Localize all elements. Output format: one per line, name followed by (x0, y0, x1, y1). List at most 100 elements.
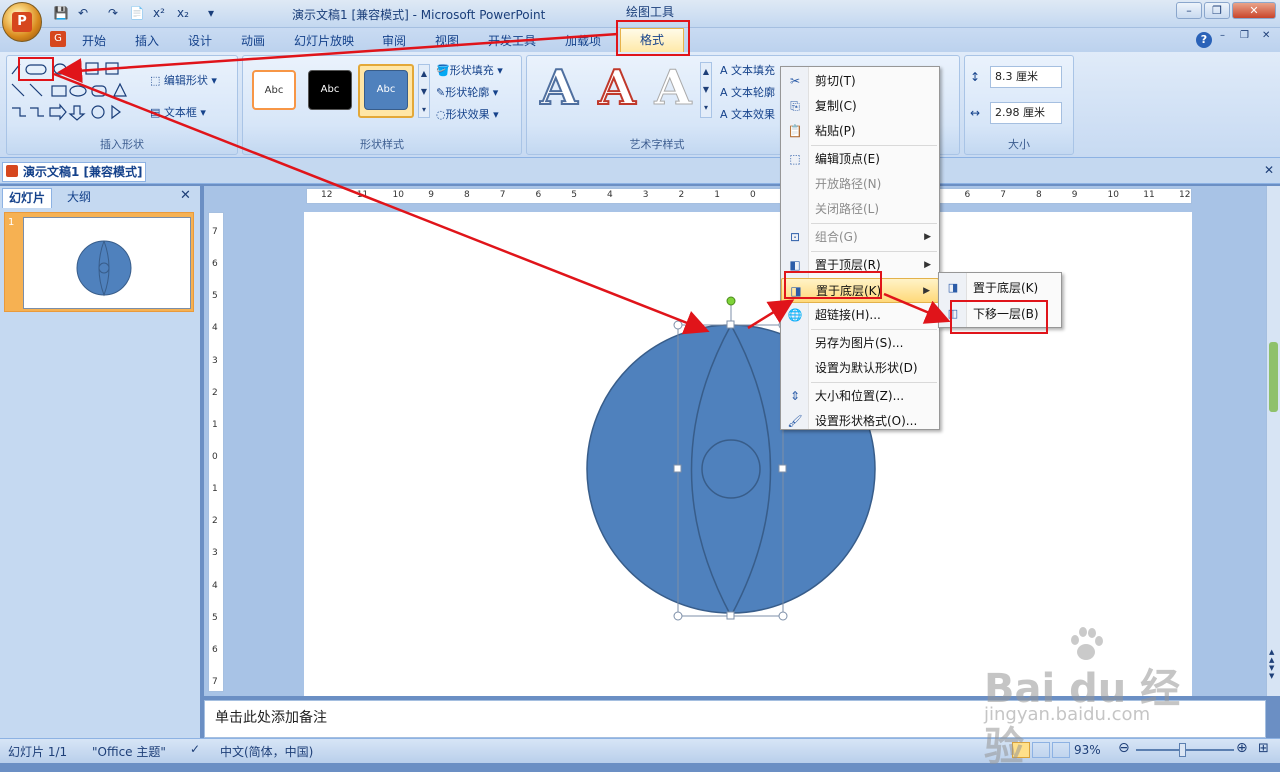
superscript-icon[interactable]: x² (150, 4, 168, 22)
shape-outline-button[interactable]: ✎形状轮廓 ▾ (436, 84, 498, 100)
baidu-watermark: Bai du 经验 jingyan.baidu.com (980, 620, 1220, 770)
zoom-in-icon[interactable]: ⊕ (1236, 740, 1248, 756)
ribbon-close-icon[interactable]: ✕ (1262, 30, 1270, 41)
customize-qat-icon[interactable]: ▾ (202, 4, 220, 22)
ruler-tick-label: 9 (428, 190, 434, 200)
context-menu-item[interactable]: 另存为图片(S)... (781, 331, 939, 356)
tab-developer[interactable]: 开发工具 (488, 32, 536, 49)
menu-separator (811, 382, 937, 383)
style-gallery-scroll[interactable]: ▲ ▼ ▾ (418, 64, 430, 118)
subscript-icon[interactable]: x₂ (174, 4, 192, 22)
ribbon-minimize-icon[interactable]: – (1220, 30, 1225, 41)
context-menu-item[interactable]: ⎘ 复制(C) (781, 94, 939, 119)
tab-review[interactable]: 审阅 (382, 32, 406, 49)
scrollbar-thumb[interactable] (1269, 342, 1278, 412)
context-menu-item-label: 关闭路径(L) (815, 202, 880, 216)
shape-style-orange[interactable]: Abc (252, 70, 296, 110)
addin-icon[interactable]: G (50, 31, 66, 47)
redo-icon[interactable]: ↷ (104, 4, 122, 22)
fit-window-icon[interactable]: ⊞ (1258, 741, 1269, 756)
wordart-gallery-scroll[interactable]: ▲ ▼ ▾ (700, 62, 712, 118)
spellcheck-icon[interactable]: ✓ (190, 742, 200, 756)
edit-points-icon: ⬚ (789, 152, 801, 166)
submenu-arrow-icon: ▶ (923, 286, 930, 296)
document-close-icon[interactable]: ✕ (1264, 163, 1274, 177)
print-preview-icon[interactable]: 📄 (128, 4, 146, 22)
tab-outline[interactable]: 大纲 (54, 188, 104, 208)
shape-fill-label: 形状填充 (449, 64, 494, 77)
minimize-button[interactable]: – (1176, 2, 1202, 19)
context-menu-item[interactable]: 🌐 超链接(H)... (781, 303, 939, 328)
horizontal-ruler: 1211109876543210123456789101112 (306, 188, 1192, 204)
text-effects-button[interactable]: A 文本效果 (720, 106, 775, 122)
pen-icon: ✎ (436, 86, 446, 99)
thumbnail-preview (76, 240, 132, 297)
effects-icon: ◌ (436, 108, 446, 121)
tab-view[interactable]: 视图 (435, 32, 459, 49)
ribbon-restore-icon[interactable]: ❐ (1240, 30, 1249, 41)
wordart-style-2[interactable]: A (592, 61, 642, 115)
height-input[interactable]: 8.3 厘米 (990, 66, 1062, 88)
drawing-tools-title: 绘图工具 (626, 5, 675, 19)
text-outline-button[interactable]: A 文本轮廓 (720, 84, 775, 100)
annotation-box-format-tab (616, 20, 690, 56)
language: 中文(简体，中国) (220, 745, 314, 759)
vertical-scrollbar[interactable]: ▲ ▲ ▼ ▼ (1266, 186, 1280, 696)
context-menu-item-label: 剪切(T) (815, 74, 856, 88)
ruler-tick-label: 6 (964, 190, 971, 200)
arc-shape-icon (69, 64, 81, 75)
tab-slideshow[interactable]: 幻灯片放映 (294, 32, 354, 49)
scissors-icon: ✂ (789, 74, 801, 88)
panel-close-icon[interactable]: ✕ (180, 188, 191, 203)
shape-fill-button[interactable]: 🪣形状填充 ▾ (436, 62, 503, 78)
close-button[interactable]: ✕ (1232, 2, 1276, 19)
undo-icon[interactable]: ↶ (74, 4, 92, 22)
context-menu-item[interactable]: ✂ 剪切(T) (781, 69, 939, 94)
menu-separator (811, 251, 937, 252)
ruler-tick-label: 10 (1107, 190, 1119, 200)
save-icon[interactable]: 💾 (52, 4, 70, 22)
ruler-tick-label: 8 (1036, 190, 1042, 200)
restore-button[interactable]: ❐ (1204, 2, 1230, 19)
help-icon[interactable]: ? (1196, 32, 1212, 48)
context-menu-item[interactable]: 设置为默认形状(D) (781, 356, 939, 381)
shape-style-black[interactable]: Abc (308, 70, 352, 110)
shape-outline-label: 形状轮廓 (445, 86, 490, 99)
tab-animations[interactable]: 动画 (241, 32, 265, 49)
ruler-tick-label: 1 (212, 419, 218, 430)
text-fill-button[interactable]: A 文本填充 (720, 62, 775, 78)
wordart-style-3[interactable]: A (648, 62, 698, 115)
ruler-tick-label: 2 (212, 387, 218, 398)
height-icon: ↕ (970, 70, 981, 84)
office-button[interactable]: P (2, 2, 42, 42)
resize-handle-bl (673, 611, 683, 621)
shape-style-blue[interactable]: Abc (364, 70, 408, 110)
elbow-connector-shape-icon (12, 107, 26, 117)
width-input[interactable]: 2.98 厘米 (990, 102, 1062, 124)
ruler-tick-label: 11 (356, 190, 369, 200)
edit-shape-button[interactable]: ⬚ 编辑形状 ▾ (150, 72, 217, 88)
textbox-label: 文本框 (163, 106, 197, 119)
document-tab[interactable]: 演示文稿1 [兼容模式] (2, 162, 146, 182)
wordart-style-1[interactable]: A (534, 61, 584, 115)
context-menu-item[interactable]: ⬚ 编辑顶点(E) (781, 147, 939, 172)
ppt-document-icon (6, 165, 18, 177)
scroll-nav-icons[interactable]: ▲ ▲ ▼ ▼ (1269, 648, 1274, 680)
tab-insert[interactable]: 插入 (135, 32, 159, 49)
tab-design[interactable]: 设计 (188, 32, 212, 49)
context-menu-item[interactable]: 🖌 设置形状格式(O)... (781, 409, 939, 434)
right-arrow-shape-icon (49, 103, 67, 121)
shape-effects-button[interactable]: ◌形状效果 ▾ (436, 106, 499, 122)
context-menu-item[interactable]: 📋 粘贴(P) (781, 119, 939, 144)
tab-home[interactable]: 开始 (82, 32, 106, 49)
tab-addins[interactable]: 加载项 (565, 32, 601, 49)
submenu-item[interactable]: ◨ 置于底层(K) (939, 275, 1061, 301)
resize-handle-left (673, 464, 682, 473)
slide-number: 1 (8, 217, 15, 228)
context-menu-item[interactable]: ⇕ 大小和位置(Z)... (781, 384, 939, 409)
tab-slides[interactable]: 幻灯片 (2, 188, 52, 208)
send-to-back-icon: ◨ (947, 281, 959, 294)
slide-thumbnail[interactable]: 1 (4, 212, 194, 312)
textbox-button[interactable]: ▤ 文本框 ▾ (150, 104, 206, 120)
ruler-tick-label: 3 (212, 355, 218, 366)
